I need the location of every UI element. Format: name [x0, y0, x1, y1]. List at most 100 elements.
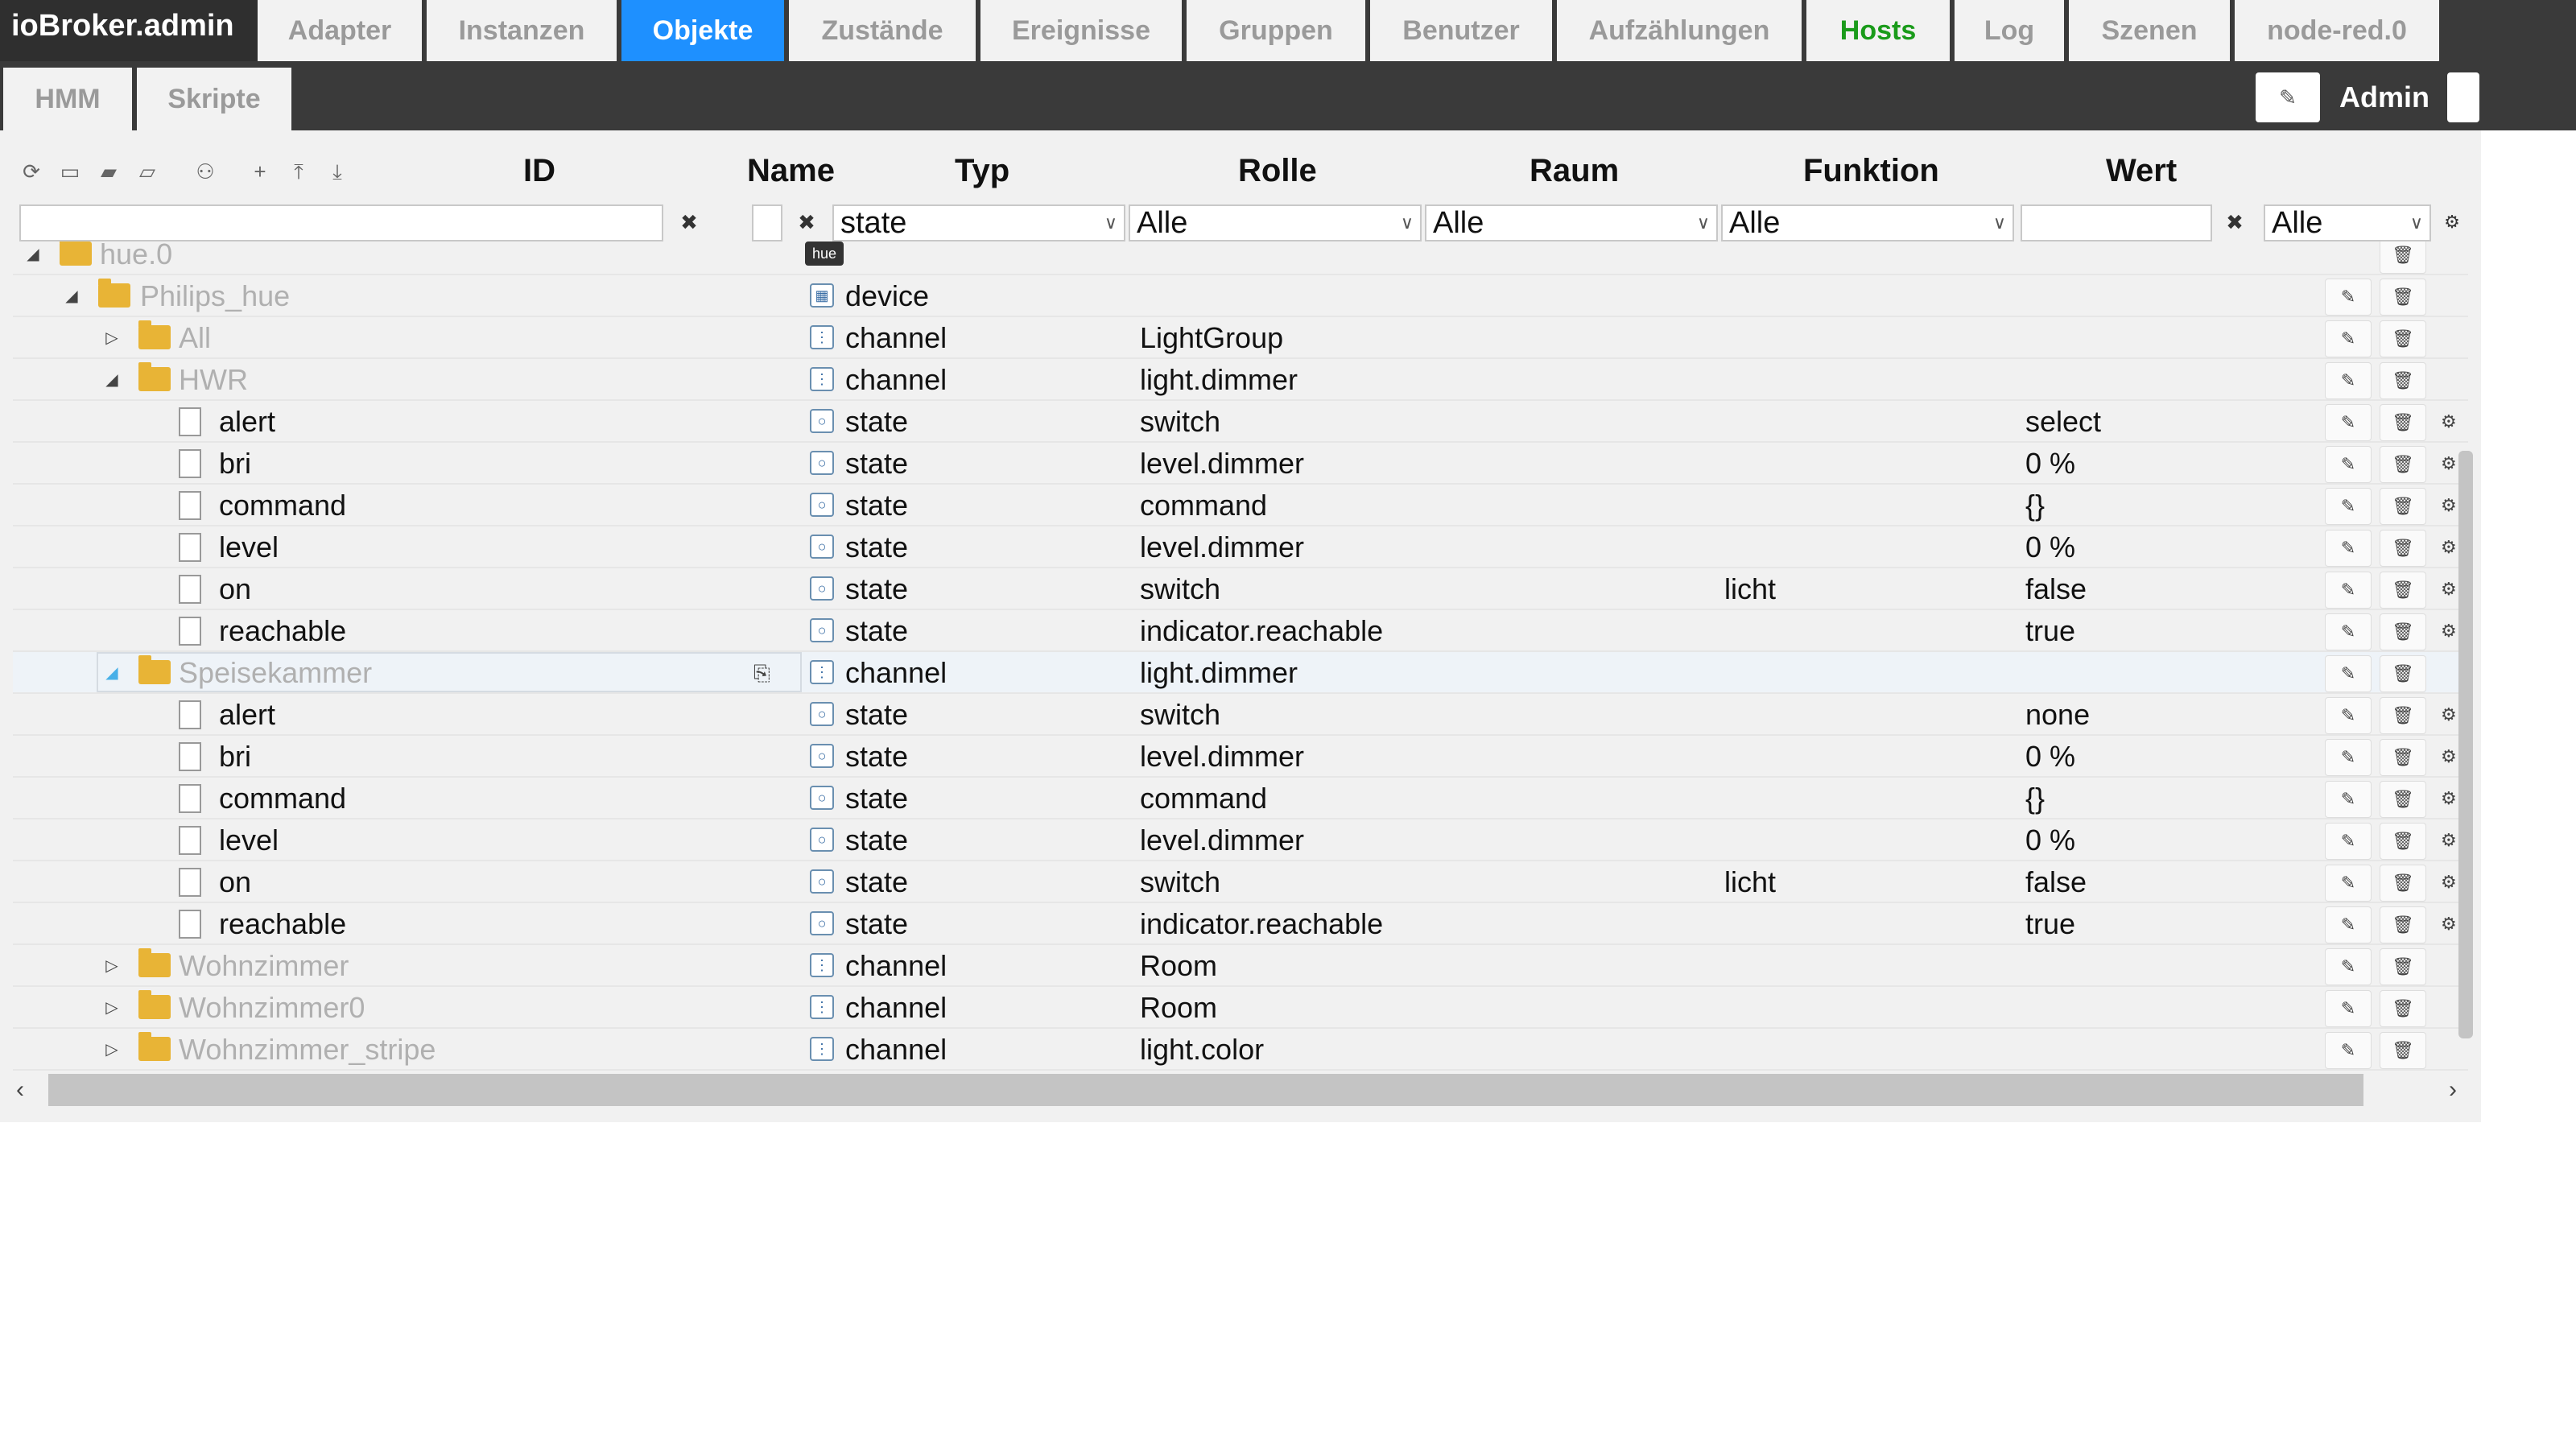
col-name[interactable]: Name: [747, 153, 835, 189]
clear-id-filter-icon[interactable]: ✖: [673, 204, 705, 240]
delete-icon[interactable]: 🗑: [2380, 572, 2426, 609]
delete-icon[interactable]: 🗑: [2380, 906, 2426, 943]
delete-icon[interactable]: 🗑: [2380, 739, 2426, 776]
expand-icon[interactable]: ▷: [100, 317, 124, 359]
table-row[interactable]: bri ○ state level.dimmer 0 % ✎ 🗑 ⚙: [13, 736, 2468, 778]
tab-aufzaehlungen[interactable]: Aufzählungen: [1557, 0, 1802, 61]
row-value[interactable]: {}: [2025, 778, 2045, 819]
delete-icon[interactable]: 🗑: [2380, 865, 2426, 902]
delete-icon[interactable]: 🗑: [2380, 279, 2426, 316]
delete-icon[interactable]: 🗑: [2380, 242, 2426, 274]
col-id[interactable]: ID: [523, 153, 555, 189]
delete-icon[interactable]: 🗑: [2380, 1032, 2426, 1069]
expand-icon[interactable]: ▷: [100, 945, 124, 987]
settings-button[interactable]: [2447, 72, 2479, 122]
list-view-icon[interactable]: ▭: [56, 158, 84, 185]
delete-icon[interactable]: 🗑: [2380, 362, 2426, 399]
col-room[interactable]: Raum: [1530, 153, 1619, 189]
clipboard-icon[interactable]: ⎘: [753, 652, 770, 694]
tab-node-red[interactable]: node-red.0: [2235, 0, 2439, 61]
edit-icon[interactable]: ✎: [2325, 279, 2372, 316]
row-value[interactable]: true: [2025, 610, 2075, 652]
table-row[interactable]: ▷ All ⋮ channel LightGroup ✎ 🗑: [13, 317, 2468, 359]
delete-icon[interactable]: 🗑: [2380, 655, 2426, 692]
horizontal-scrollbar[interactable]: ‹ ›: [13, 1074, 2476, 1109]
subtab-hmm[interactable]: HMM: [3, 68, 132, 130]
collapse-icon[interactable]: ◢: [60, 275, 84, 317]
row-value[interactable]: false: [2025, 861, 2087, 903]
delete-icon[interactable]: 🗑: [2380, 781, 2426, 818]
edit-icon[interactable]: ✎: [2325, 906, 2372, 943]
delete-icon[interactable]: 🗑: [2380, 530, 2426, 567]
clear-value-filter-icon[interactable]: ✖: [2219, 204, 2251, 240]
table-row[interactable]: command ○ state command {} ✎ 🗑 ⚙: [13, 778, 2468, 819]
delete-icon[interactable]: 🗑: [2380, 446, 2426, 483]
edit-icon[interactable]: ✎: [2325, 948, 2372, 985]
upload-icon[interactable]: ⤒: [285, 158, 312, 185]
table-row[interactable]: ◢ Philips_hue ▦ device ✎ 🗑: [13, 275, 2468, 317]
row-value[interactable]: 0 %: [2025, 819, 2075, 861]
delete-icon[interactable]: 🗑: [2380, 488, 2426, 525]
subtab-skripte[interactable]: Skripte: [137, 68, 291, 130]
collapse-icon[interactable]: ◢: [100, 359, 124, 401]
edit-icon[interactable]: ✎: [2325, 446, 2372, 483]
tab-hosts[interactable]: Hosts: [1806, 0, 1950, 61]
table-row[interactable]: level ○ state level.dimmer 0 % ✎ 🗑 ⚙: [13, 526, 2468, 568]
edit-icon[interactable]: ✎: [2325, 320, 2372, 357]
edit-icon[interactable]: ✎: [2325, 362, 2372, 399]
vertical-scrollbar[interactable]: [2458, 451, 2473, 1038]
download-icon[interactable]: ⤓: [324, 158, 351, 185]
table-row[interactable]: on ○ state switch licht false ✎ 🗑 ⚙: [13, 861, 2468, 903]
delete-icon[interactable]: 🗑: [2380, 404, 2426, 441]
clear-name-filter-icon[interactable]: ✖: [791, 204, 823, 240]
tab-log[interactable]: Log: [1955, 0, 2064, 61]
value-filter-input[interactable]: [2021, 204, 2212, 242]
edit-icon[interactable]: ✎: [2325, 404, 2372, 441]
column-settings-icon[interactable]: ⚙: [2436, 204, 2468, 240]
delete-icon[interactable]: 🗑: [2380, 948, 2426, 985]
edit-icon[interactable]: ✎: [2325, 530, 2372, 567]
row-value[interactable]: 0 %: [2025, 526, 2075, 568]
edit-icon[interactable]: ✎: [2325, 697, 2372, 734]
expand-icon[interactable]: ▷: [100, 1029, 124, 1071]
scrollbar-thumb[interactable]: [48, 1074, 2363, 1106]
edit-icon[interactable]: ✎: [2325, 990, 2372, 1027]
tab-ereignisse[interactable]: Ereignisse: [980, 0, 1182, 61]
role-filter-select[interactable]: Alle ∨: [1129, 204, 1422, 242]
table-row[interactable]: ▷ Wohnzimmer0 ⋮ channel Room ✎ 🗑: [13, 987, 2468, 1029]
delete-icon[interactable]: 🗑: [2380, 823, 2426, 860]
scroll-right-icon[interactable]: ›: [2449, 1074, 2457, 1106]
col-function[interactable]: Funktion: [1803, 153, 1939, 189]
table-row[interactable]: alert ○ state switch none ✎ 🗑 ⚙: [13, 694, 2468, 736]
edit-icon[interactable]: ✎: [2325, 781, 2372, 818]
tab-objekte[interactable]: Objekte: [621, 0, 784, 61]
row-value[interactable]: {}: [2025, 485, 2045, 526]
edit-icon[interactable]: ✎: [2325, 572, 2372, 609]
tab-adapter[interactable]: Adapter: [258, 0, 422, 61]
scroll-left-icon[interactable]: ‹: [16, 1074, 24, 1106]
expand-icon[interactable]: ▷: [100, 987, 124, 1029]
admin-user-label[interactable]: Admin: [2339, 72, 2429, 122]
extra-filter-select[interactable]: Alle ∨: [2264, 204, 2431, 242]
table-row[interactable]: alert ○ state switch select ✎ 🗑 ⚙: [13, 401, 2468, 443]
delete-icon[interactable]: 🗑: [2380, 613, 2426, 650]
edit-user-button[interactable]: ✎: [2256, 72, 2320, 122]
add-icon[interactable]: +: [246, 158, 274, 185]
name-filter-input[interactable]: [752, 204, 782, 242]
table-row[interactable]: level ○ state level.dimmer 0 % ✎ 🗑 ⚙: [13, 819, 2468, 861]
gear-icon[interactable]: ⚙: [2441, 404, 2465, 440]
tab-instanzen[interactable]: Instanzen: [427, 0, 617, 61]
row-value[interactable]: 0 %: [2025, 736, 2075, 778]
user-icon[interactable]: ⚇: [192, 158, 219, 185]
delete-icon[interactable]: 🗑: [2380, 697, 2426, 734]
edit-icon[interactable]: ✎: [2325, 739, 2372, 776]
col-type[interactable]: Typ: [955, 153, 1009, 189]
delete-icon[interactable]: 🗑: [2380, 320, 2426, 357]
row-value[interactable]: select: [2025, 401, 2101, 443]
table-row[interactable]: command ○ state command {} ✎ 🗑 ⚙: [13, 485, 2468, 526]
edit-icon[interactable]: ✎: [2325, 823, 2372, 860]
table-row[interactable]: on ○ state switch licht false ✎ 🗑 ⚙: [13, 568, 2468, 610]
edit-icon[interactable]: ✎: [2325, 1032, 2372, 1069]
tab-szenen[interactable]: Szenen: [2069, 0, 2230, 61]
id-filter-input[interactable]: [19, 204, 663, 242]
